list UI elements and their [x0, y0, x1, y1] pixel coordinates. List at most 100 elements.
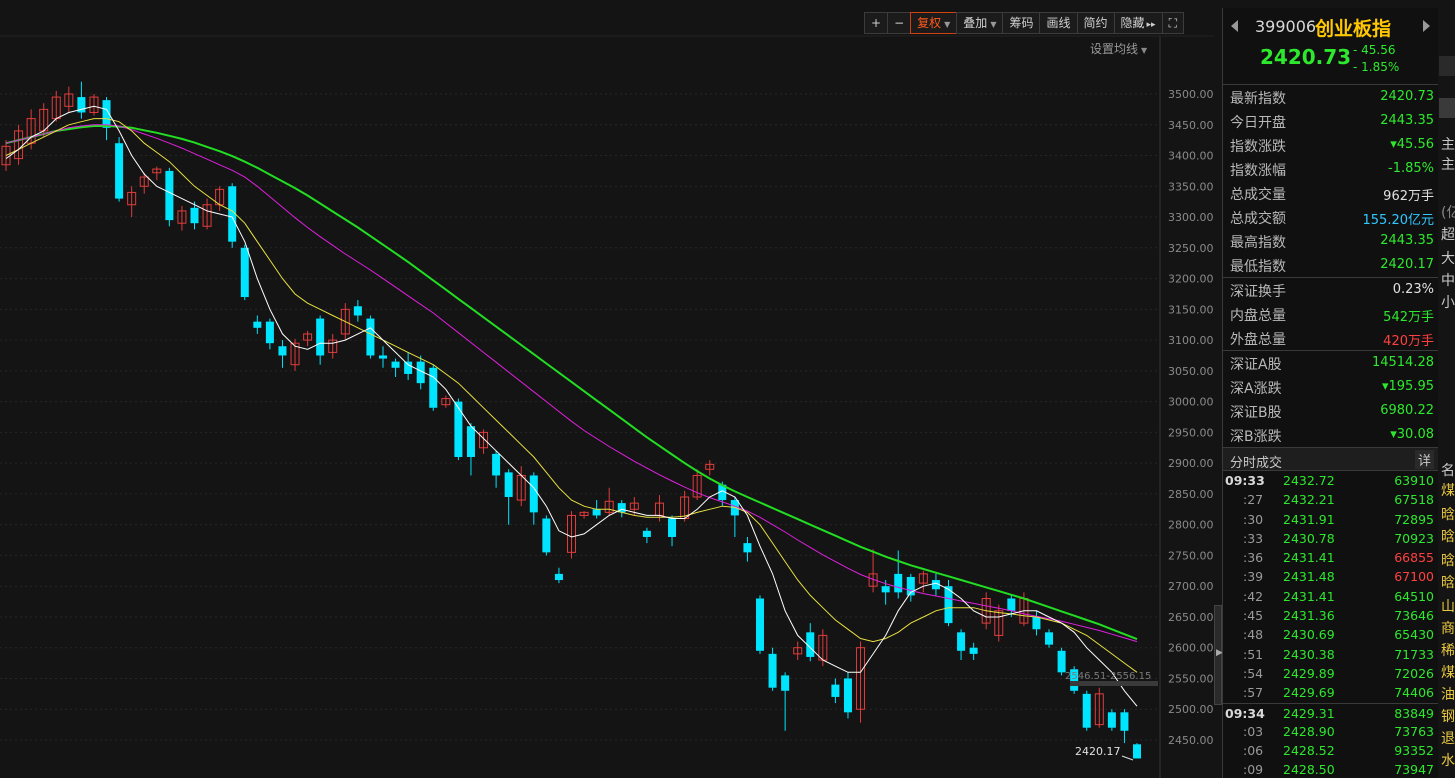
tick-row: :30 2431.91 72895: [1223, 510, 1438, 529]
side-list-item[interactable]: 大: [1441, 248, 1455, 268]
stats-group-1: 最新指数 2420.73 今日开盘 2443.35 指数涨跌 ▾45.56 指数涨幅 -1.8…: [1223, 85, 1438, 277]
side-list-item[interactable]: 商: [1441, 618, 1455, 638]
tick-row: :03 2428.90 73763: [1223, 722, 1438, 741]
candle-body-down: [115, 143, 124, 199]
candle-body-down: [492, 453, 501, 476]
tick-volume: 71733: [1394, 646, 1434, 662]
prev-arrow-icon[interactable]: [1231, 20, 1238, 32]
side-list-item[interactable]: 晗: [1441, 504, 1455, 524]
current-price: 2420.73: [1260, 45, 1352, 69]
candle-body-down: [642, 530, 651, 537]
stat-row: 指数涨跌 ▾45.56: [1223, 133, 1438, 157]
y-axis-tick-label: 3050.00: [1168, 365, 1214, 378]
tick-price: 2428.50: [1283, 762, 1335, 778]
candle-body-down: [265, 321, 274, 344]
stat-row: 深证B股 6980.22: [1223, 399, 1438, 423]
stat-label: 深证换手: [1230, 284, 1286, 300]
tick-price: 2431.48: [1283, 569, 1335, 585]
side-list-item[interactable]: 退: [1441, 728, 1455, 748]
ma-setting-dropdown[interactable]: 设置均线 ▼: [1090, 40, 1147, 57]
tick-price: 2430.38: [1283, 646, 1335, 662]
quote-header: 399006 创业板指 2420.73 - 45.56 - 1.85%: [1223, 8, 1438, 84]
stat-row: 深B涨跌 ▾30.08: [1223, 423, 1438, 447]
candle-body-down: [1107, 712, 1116, 728]
side-list-item[interactable]: 主: [1441, 134, 1455, 154]
side-list-item[interactable]: 超: [1441, 224, 1455, 244]
hide-panel-button[interactable]: 隐藏 ▸▸: [1113, 12, 1163, 34]
candle-body-down: [466, 426, 475, 457]
simple-mode-button[interactable]: 简约: [1076, 12, 1115, 34]
chips-button[interactable]: 筹码: [1002, 12, 1041, 34]
tick-volume: 64510: [1394, 588, 1434, 604]
stat-value: 542万手: [1383, 310, 1434, 325]
chevron-down-icon: ▼: [990, 20, 997, 29]
side-list-item[interactable]: 主: [1441, 154, 1455, 174]
tick-detail-button[interactable]: 详: [1414, 450, 1434, 469]
stat-value: 2420.17: [1380, 257, 1434, 272]
candle-body-down: [831, 684, 840, 697]
y-axis-tick-label: 3100.00: [1168, 334, 1214, 347]
price-change-pct: - 1.85%: [1353, 60, 1400, 74]
candle-body-down: [366, 318, 375, 356]
panel-collapse-handle[interactable]: ▶: [1214, 605, 1223, 705]
tick-time: :03: [1243, 723, 1264, 739]
stat-label: 深证B股: [1230, 405, 1282, 421]
zoom-out-button[interactable]: −: [887, 12, 912, 34]
tick-volume: 65430: [1394, 627, 1434, 643]
candle-body-down: [843, 678, 852, 713]
stat-value: -1.85%: [1388, 161, 1434, 176]
stat-row: 最低指数 2420.17: [1223, 253, 1438, 277]
side-list-item[interactable]: 晗: [1441, 550, 1455, 570]
side-list-item[interactable]: 水: [1441, 750, 1455, 770]
y-axis-tick-label: 2950.00: [1168, 426, 1214, 439]
stat-value: 2443.35: [1380, 113, 1434, 128]
tick-row: :54 2429.89 72026: [1223, 664, 1438, 683]
candle-body-down: [278, 346, 287, 356]
y-axis-tick-label: 2700.00: [1168, 580, 1214, 593]
candle-body-down: [668, 518, 677, 537]
chart-background: [0, 0, 1214, 778]
side-list-item[interactable]: 名: [1441, 460, 1455, 480]
tab-block[interactable]: [1439, 56, 1455, 76]
side-list-item[interactable]: 山: [1441, 596, 1455, 616]
stat-row: 内盘总量 542万手: [1223, 302, 1438, 326]
tick-price: 2430.69: [1283, 627, 1335, 643]
chart-toolbar: + − 复权 ▼ 叠加 ▼ 筹码 画线 简约 隐藏 ▸▸ ⛶: [864, 12, 1184, 34]
side-list-item[interactable]: 稀: [1441, 640, 1455, 660]
side-list-item[interactable]: 晗: [1441, 526, 1455, 546]
draw-line-button[interactable]: 画线: [1039, 12, 1078, 34]
tick-row: 09:34 2429.31 83849: [1223, 702, 1438, 722]
next-arrow-icon[interactable]: [1423, 20, 1430, 32]
stats-group-2: 深证换手 0.23% 内盘总量 542万手 外盘总量 420万手: [1223, 278, 1438, 350]
side-list-item[interactable]: 小: [1441, 292, 1455, 312]
kline-chart[interactable]: 3500.00 3450.00 3400.00 3350.00 3300.00 3250.…: [0, 0, 1214, 778]
zoom-in-button[interactable]: +: [864, 12, 889, 34]
candle-body-down: [894, 573, 903, 593]
stat-label: 最新指数: [1230, 91, 1286, 107]
side-list-item[interactable]: 油: [1441, 684, 1455, 704]
candle-body-down: [240, 247, 249, 298]
side-list-item[interactable]: 中: [1441, 270, 1455, 290]
tick-row: :33 2430.78 70923: [1223, 529, 1438, 548]
stat-row: 今日开盘 2443.35: [1223, 109, 1438, 133]
restore-rights-button[interactable]: 复权 ▼: [910, 12, 958, 34]
tab-block[interactable]: [1439, 98, 1455, 118]
hide-label: 隐藏: [1120, 16, 1145, 30]
tick-time: :27: [1243, 492, 1264, 508]
candle-body-down: [165, 170, 174, 221]
side-list-item[interactable]: (亿: [1441, 202, 1455, 222]
overlay-button[interactable]: 叠加 ▼: [956, 12, 1004, 34]
y-axis-tick-label: 2550.00: [1168, 672, 1214, 685]
side-list-item[interactable]: 晗: [1441, 572, 1455, 592]
candle-body-down: [379, 355, 387, 359]
expand-button[interactable]: ⛶: [1161, 12, 1184, 34]
candle-body-down: [881, 586, 890, 593]
tick-volume: 73646: [1394, 608, 1434, 624]
stat-value: ▾45.56: [1390, 137, 1434, 152]
candle-body-down: [429, 367, 438, 408]
tick-time: :39: [1243, 569, 1264, 585]
side-list-item[interactable]: 钢: [1441, 706, 1455, 726]
side-list-item[interactable]: 煤: [1441, 480, 1455, 500]
side-list-item[interactable]: 煤: [1441, 662, 1455, 682]
index-name: 创业板指: [1315, 18, 1392, 40]
